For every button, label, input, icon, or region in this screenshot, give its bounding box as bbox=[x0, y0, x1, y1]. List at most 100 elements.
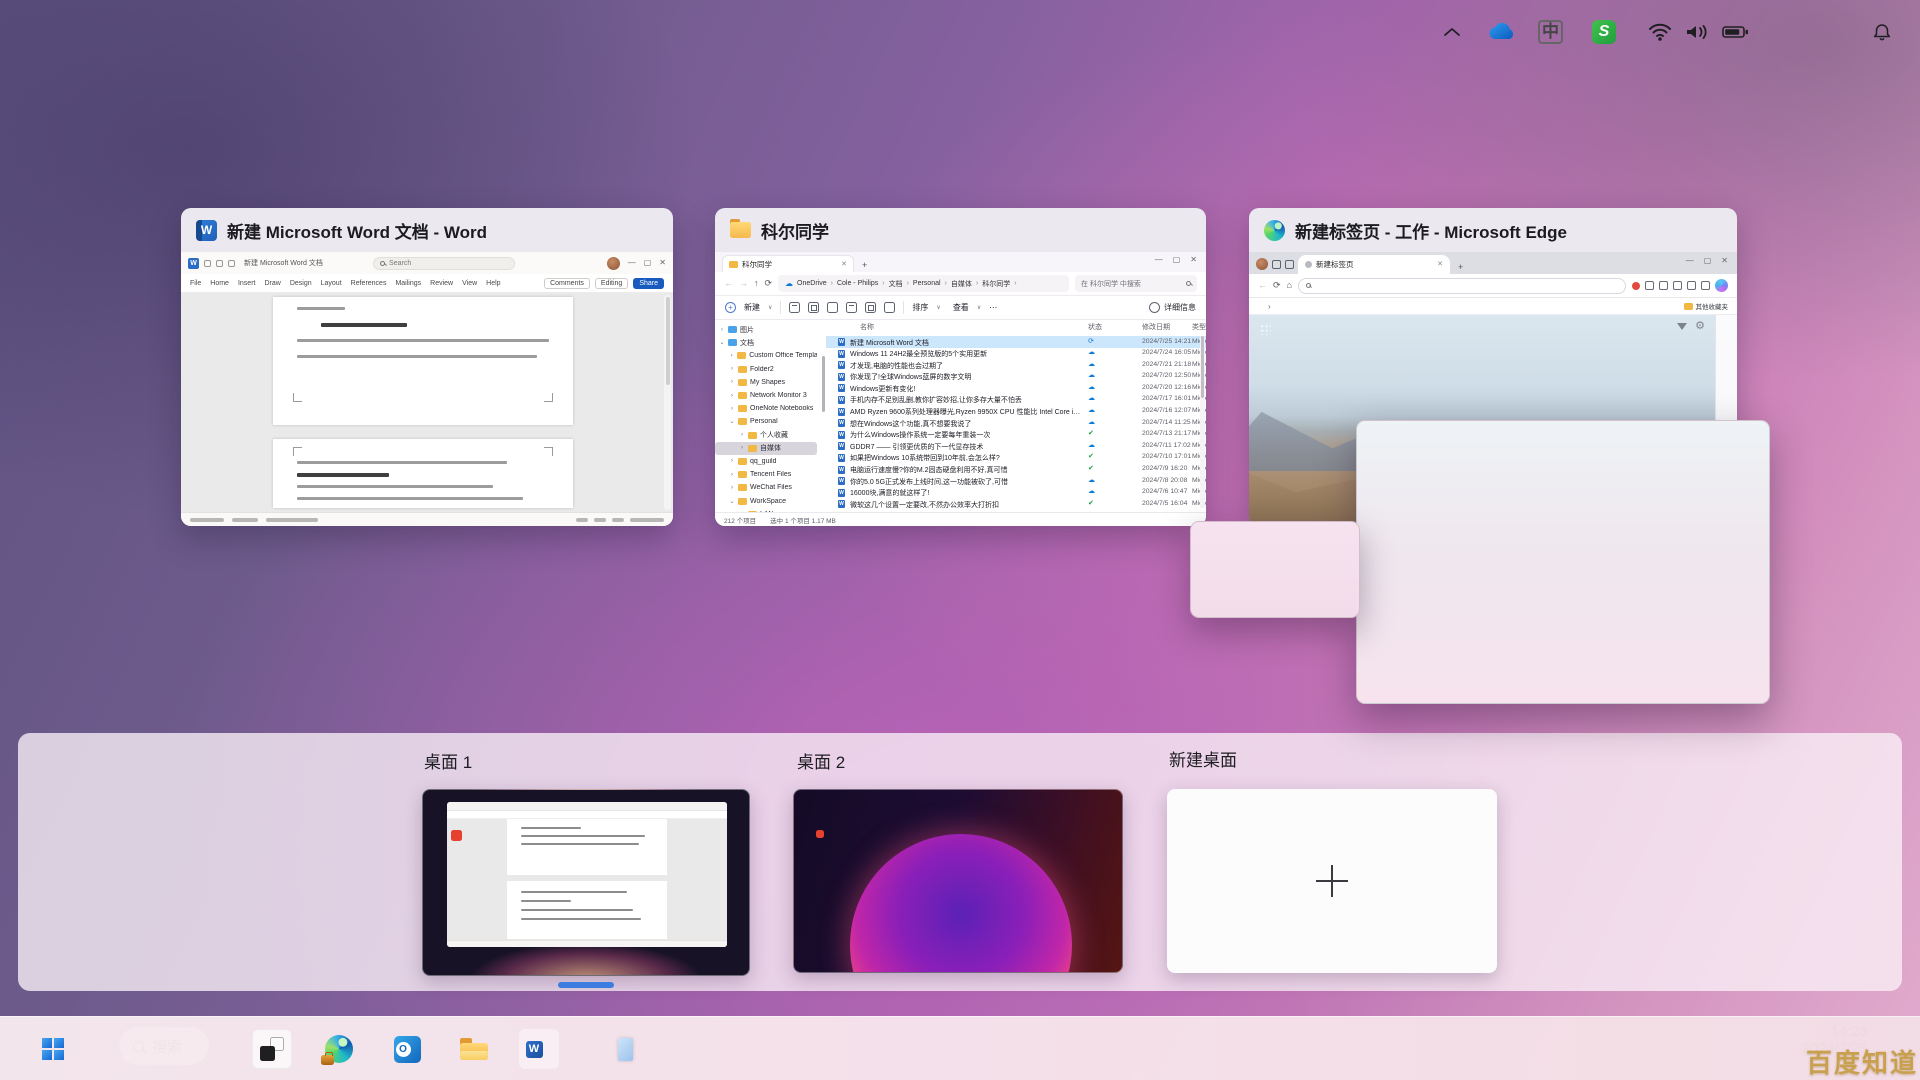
file-row[interactable]: WGDDR7 —— 引领更优质的下一代显存技术☁2024/7/11 17:02M… bbox=[826, 440, 1206, 452]
column-date[interactable]: 修改日期 bbox=[1142, 322, 1170, 332]
notifications-button[interactable] bbox=[1872, 0, 1892, 64]
breadcrumb[interactable]: ☁ OneDrive›Cole - Philips›文档›Personal›自媒… bbox=[778, 275, 1069, 292]
sidebar-item[interactable]: ›Tencent Files bbox=[715, 468, 817, 481]
scrollbar-vertical[interactable] bbox=[664, 295, 671, 510]
new-tab-icon[interactable]: + bbox=[862, 261, 867, 270]
breadcrumb-segment[interactable]: 科尔同学 bbox=[982, 279, 1010, 289]
word-ribbon-tab[interactable]: Review bbox=[430, 280, 453, 287]
sidebar-item[interactable]: ›图片 bbox=[715, 323, 817, 336]
ime-tray-button[interactable]: 中 bbox=[1538, 0, 1563, 64]
sidebar-item[interactable]: ⌄文档 bbox=[715, 336, 817, 349]
sidebar-item[interactable]: ›My Shapes bbox=[715, 376, 817, 389]
window-thumbnail-explorer[interactable]: 科尔同学 科尔同学 ✕ + — ▢ ✕ ← → ↑ ⟳ bbox=[715, 208, 1206, 526]
minimize-icon[interactable]: — bbox=[628, 259, 636, 267]
sidebar-item[interactable]: ›OneNote Notebooks bbox=[715, 402, 817, 415]
cut-icon[interactable] bbox=[789, 302, 800, 313]
up-icon[interactable]: ↑ bbox=[754, 279, 759, 288]
word-ribbon-tab[interactable]: Design bbox=[290, 280, 312, 287]
word-ribbon-tab[interactable]: Help bbox=[486, 280, 500, 287]
word-ribbon-tab[interactable]: File bbox=[190, 280, 201, 287]
onedrive-tray-button[interactable] bbox=[1486, 0, 1516, 64]
file-list-scrollbar[interactable] bbox=[1200, 336, 1205, 508]
user-avatar[interactable] bbox=[607, 257, 620, 270]
share-icon[interactable] bbox=[865, 302, 876, 313]
copilot-icon[interactable] bbox=[1715, 279, 1728, 292]
layout-grid-icon[interactable] bbox=[1260, 324, 1271, 335]
close-icon[interactable]: ✕ bbox=[1721, 257, 1728, 265]
back-icon[interactable]: ← bbox=[1258, 281, 1267, 290]
other-favorites[interactable]: 其他收藏夹 bbox=[1684, 301, 1729, 311]
maximize-icon[interactable]: ▢ bbox=[1704, 257, 1712, 265]
start-button[interactable] bbox=[33, 1029, 73, 1069]
sidebar-item[interactable]: ›qq_guild bbox=[715, 455, 817, 468]
sidebar-item[interactable]: ⌄Personal bbox=[715, 415, 817, 428]
desktop1-label[interactable]: 桌面 1 bbox=[424, 748, 472, 773]
tree-chevron-icon[interactable]: ⌄ bbox=[729, 418, 735, 425]
tab-actions-icon[interactable] bbox=[1272, 260, 1281, 269]
rename-icon[interactable] bbox=[846, 302, 857, 313]
settings-menu-icon[interactable] bbox=[1701, 281, 1710, 290]
tray-overflow-button[interactable] bbox=[1442, 0, 1462, 64]
new-item-icon[interactable]: + bbox=[725, 302, 736, 313]
sort-button[interactable]: 排序 bbox=[912, 302, 928, 313]
tree-chevron-icon[interactable]: › bbox=[719, 327, 725, 333]
close-tab-icon[interactable]: ✕ bbox=[841, 261, 847, 268]
zoom-slider[interactable] bbox=[630, 518, 664, 522]
file-row[interactable]: W电脑运行速度慢?你的M.2固态硬盘利用不好,真可惜✔2024/7/9 16:2… bbox=[826, 464, 1206, 476]
tree-chevron-icon[interactable]: › bbox=[739, 432, 745, 438]
more-options-icon[interactable]: ⋯ bbox=[989, 303, 997, 312]
tree-chevron-icon[interactable]: › bbox=[729, 353, 734, 359]
file-row[interactable]: WAMD Ryzen 9600系列处理器曝光,Ryzen 9950X CPU 性… bbox=[826, 406, 1206, 418]
split-screen-icon[interactable] bbox=[1673, 281, 1682, 290]
tree-chevron-icon[interactable]: › bbox=[729, 406, 735, 412]
extensions-icon[interactable] bbox=[1687, 281, 1696, 290]
close-icon[interactable]: ✕ bbox=[1190, 256, 1197, 264]
favorites-icon[interactable] bbox=[1645, 281, 1654, 290]
new-tab-icon[interactable]: + bbox=[1458, 263, 1463, 272]
word-ribbon-tab[interactable]: Layout bbox=[321, 280, 342, 287]
breadcrumb-segment[interactable]: OneDrive bbox=[797, 280, 827, 287]
breadcrumb-segment[interactable]: Cole - Philips bbox=[837, 280, 878, 287]
explorer-tab[interactable]: 科尔同学 ✕ bbox=[722, 255, 854, 272]
taskbar-edge-button[interactable] bbox=[319, 1029, 359, 1069]
desktop2-label[interactable]: 桌面 2 bbox=[797, 748, 845, 773]
word-ribbon-tab[interactable]: Insert bbox=[238, 280, 256, 287]
breadcrumb-segment[interactable]: 自媒体 bbox=[951, 279, 972, 289]
file-row[interactable]: W才发现,电脑的性能也会过期了☁2024/7/21 21:18Micros bbox=[826, 359, 1206, 371]
maximize-icon[interactable]: ▢ bbox=[644, 259, 652, 267]
explorer-search-box[interactable]: 在 科尔同学 中搜索 bbox=[1075, 275, 1197, 292]
file-row[interactable]: WWindows更新有变化!☁2024/7/20 12:16Micros bbox=[826, 382, 1206, 394]
minimize-icon[interactable]: — bbox=[1155, 256, 1163, 264]
window-header-explorer[interactable]: 科尔同学 bbox=[715, 208, 1206, 252]
editing-button[interactable]: Editing bbox=[595, 278, 628, 289]
file-row[interactable]: W你发现了!全球Windows蓝屏的数字文明☁2024/7/20 12:50Mi… bbox=[826, 371, 1206, 383]
tree-chevron-icon[interactable]: › bbox=[739, 445, 745, 451]
extension-icon[interactable] bbox=[1632, 282, 1640, 290]
tree-chevron-icon[interactable]: ⌄ bbox=[729, 498, 735, 505]
details-button[interactable]: 详细信息 bbox=[1164, 302, 1196, 313]
file-row[interactable]: W手机内存不足别乱删,教你扩容妙招,让你多存大量不怕丢☁2024/7/17 16… bbox=[826, 394, 1206, 406]
file-row[interactable]: W想在Windows这个功能,真不想要我说了☁2024/7/14 11:25Mi… bbox=[826, 417, 1206, 429]
refresh-icon[interactable]: ⟳ bbox=[1273, 281, 1281, 290]
home-icon[interactable]: ⌂ bbox=[1287, 281, 1292, 290]
tree-chevron-icon[interactable]: › bbox=[739, 511, 745, 512]
gear-icon[interactable]: ⚙ bbox=[1695, 321, 1705, 332]
breadcrumb-segment[interactable]: 文档 bbox=[889, 279, 903, 289]
edge-tab[interactable]: 新建标签页 ✕ bbox=[1298, 255, 1450, 274]
breadcrumb-segment[interactable]: Personal bbox=[913, 280, 941, 287]
new-desktop-button[interactable] bbox=[1167, 789, 1497, 973]
profile-avatar[interactable] bbox=[1256, 258, 1268, 270]
sidebar-item[interactable]: ›Custom Office Templates bbox=[715, 349, 817, 362]
sidebar-item[interactable]: ›自媒体 bbox=[715, 442, 817, 455]
tree-chevron-icon[interactable]: › bbox=[729, 458, 735, 464]
forward-icon[interactable]: → bbox=[739, 279, 748, 288]
word-search-box[interactable]: Search bbox=[373, 257, 515, 270]
tree-chevron-icon[interactable]: › bbox=[729, 472, 735, 478]
vertical-tabs-icon[interactable] bbox=[1285, 260, 1294, 269]
file-row[interactable]: W新建 Microsoft Word 文档⟳2024/7/25 14:21Mic… bbox=[826, 336, 1206, 348]
sidebar-item[interactable]: ›WeChat Files bbox=[715, 481, 817, 494]
task-view-button[interactable] bbox=[252, 1029, 292, 1069]
collections-icon[interactable] bbox=[1659, 281, 1668, 290]
chevron-right-icon[interactable]: › bbox=[1268, 302, 1271, 311]
tree-chevron-icon[interactable]: › bbox=[729, 379, 735, 385]
